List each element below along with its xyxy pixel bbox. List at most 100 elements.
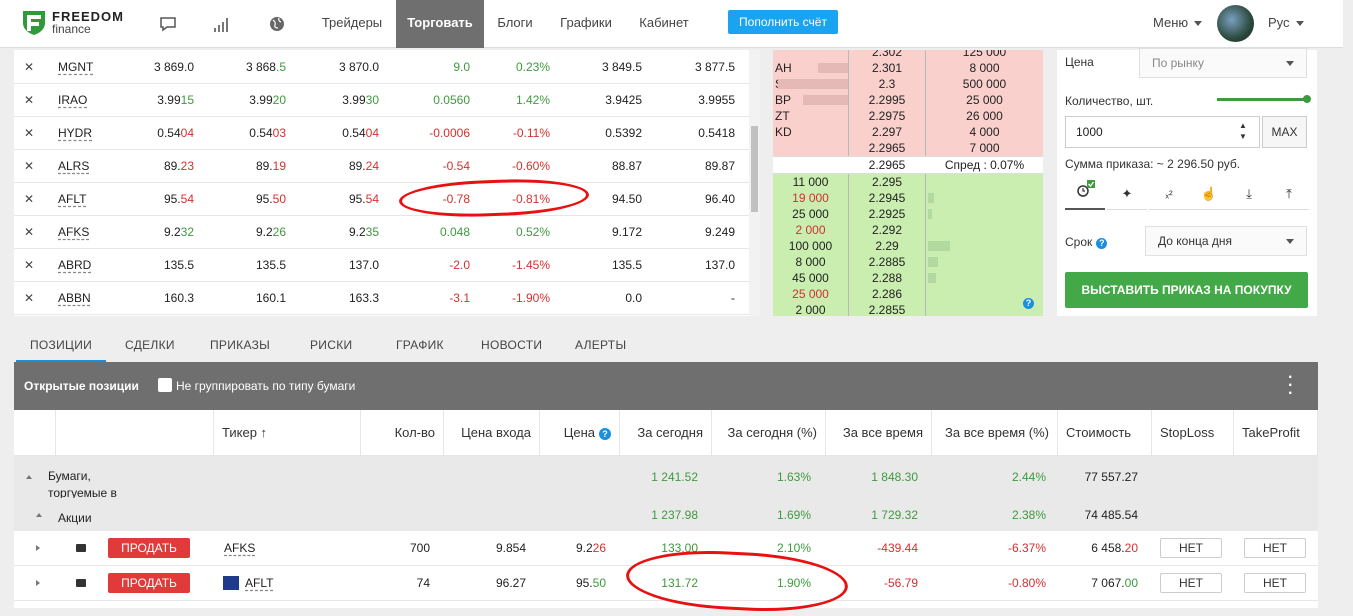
- tab-positions[interactable]: ПОЗИЦИИ: [16, 338, 107, 362]
- bid-row[interactable]: 25 000 2.286: [773, 286, 1043, 302]
- comment-icon[interactable]: [76, 579, 86, 587]
- watchlist-row[interactable]: ✕ HYDR 0.5404 0.5403 0.5404 -0.0006 -0.11% 0.53…: [14, 117, 749, 150]
- quantity-slider-handle[interactable]: [1303, 95, 1311, 103]
- scrollbar-thumb[interactable]: [751, 126, 758, 212]
- column-header[interactable]: Цена входа: [444, 410, 540, 456]
- bid-row[interactable]: 11 000 2.295: [773, 174, 1043, 190]
- column-header[interactable]: За сегодня (%): [712, 410, 826, 456]
- bid-row[interactable]: 19 000 2.2945: [773, 190, 1043, 206]
- comment-icon[interactable]: [76, 544, 86, 552]
- group-checkbox-label[interactable]: Не группировать по типу бумаги: [176, 379, 355, 393]
- quantity-slider[interactable]: [1217, 98, 1307, 101]
- takeprofit-button[interactable]: НЕТ: [1244, 573, 1306, 593]
- tab-news[interactable]: НОВОСТИ: [481, 338, 542, 352]
- bid-row[interactable]: 25 000 2.2925: [773, 206, 1043, 222]
- column-header[interactable]: TakeProfit: [1234, 410, 1318, 456]
- watchlist-row[interactable]: ✕ IRAO 3.9915 3.9920 3.9930 0.0560 1.42% 3.9425…: [14, 84, 749, 117]
- nav-blogs[interactable]: Блоги: [486, 0, 544, 48]
- remove-icon[interactable]: ✕: [24, 84, 34, 117]
- globe-icon[interactable]: [267, 14, 287, 34]
- nav-traders[interactable]: Трейдеры: [310, 0, 394, 48]
- help-icon[interactable]: ?: [1096, 238, 1108, 249]
- group-checkbox[interactable]: [158, 378, 172, 392]
- watchlist-row[interactable]: ✕ MGNT 3 869.0 3 868.5 3 870.0 9.0 0.23% 3 849.…: [14, 51, 749, 84]
- bid-row[interactable]: 2 000 2.2855: [773, 302, 1043, 316]
- remove-icon[interactable]: ✕: [24, 249, 34, 282]
- tab-order-stop[interactable]: ✦: [1107, 178, 1147, 210]
- quantity-input[interactable]: 1000: [1065, 116, 1260, 148]
- watchlist-row[interactable]: ✕ ALRS 89.23 89.19 89.24 -0.54 -0.60% 88.87 89.8…: [14, 150, 749, 183]
- tab-chart[interactable]: ГРАФИК: [396, 338, 444, 352]
- ticker-link[interactable]: AFKS: [58, 216, 89, 249]
- ticker-link[interactable]: ABRD: [58, 249, 91, 282]
- column-header[interactable]: StopLoss: [1152, 410, 1234, 456]
- watchlist-row[interactable]: ✕ ABRD 135.5 135.5 137.0 -2.0 -1.45% 135.5 137.0: [14, 249, 749, 282]
- nav-cabinet[interactable]: Кабинет: [628, 0, 700, 48]
- ask-row[interactable]: ZT 2.2975 26 000: [773, 108, 1043, 124]
- column-header[interactable]: Стоимость: [1058, 410, 1152, 456]
- triangle-collapse-icon[interactable]: [26, 475, 32, 479]
- column-header[interactable]: Кол-во: [361, 410, 444, 456]
- remove-icon[interactable]: ✕: [24, 117, 34, 150]
- remove-icon[interactable]: ✕: [24, 51, 34, 84]
- remove-icon[interactable]: ✕: [24, 216, 34, 249]
- tab-risks[interactable]: РИСКИ: [310, 338, 352, 352]
- stoploss-button[interactable]: НЕТ: [1160, 573, 1222, 593]
- ticker-link[interactable]: AFLT: [58, 183, 86, 216]
- tab-alerts[interactable]: АЛЕРТЫ: [575, 338, 626, 352]
- place-buy-order-button[interactable]: ВЫСТАВИТЬ ПРИКАЗ НА ПОКУПКУ: [1065, 272, 1308, 308]
- column-header[interactable]: За все время: [826, 410, 932, 456]
- nav-charts[interactable]: Графики: [550, 0, 622, 48]
- column-header[interactable]: Цена?: [540, 410, 620, 456]
- ticker-link[interactable]: ALRS: [58, 150, 89, 183]
- bid-row[interactable]: 8 000 2.2885: [773, 254, 1043, 270]
- deposit-button[interactable]: Пополнить счёт: [728, 10, 838, 34]
- ask-row[interactable]: AH 2.301 8 000: [773, 60, 1043, 76]
- nav-trade[interactable]: Торговать: [396, 0, 484, 48]
- column-header[interactable]: Тикер ↑: [214, 410, 361, 456]
- help-icon[interactable]: ?: [599, 427, 611, 440]
- tab-order-x2[interactable]: ₓ²: [1149, 178, 1189, 210]
- bid-row[interactable]: 2 000 2.292: [773, 222, 1043, 238]
- menu-dropdown[interactable]: Меню: [1153, 0, 1203, 46]
- brand-logo[interactable]: FREEDOM finance: [22, 10, 124, 36]
- triangle-expand-icon[interactable]: [36, 580, 40, 586]
- tab-deals[interactable]: СДЕЛКИ: [125, 338, 175, 352]
- ticker-link[interactable]: HYDR: [58, 117, 92, 150]
- bid-row[interactable]: 100 000 2.29: [773, 238, 1043, 254]
- watchlist-row[interactable]: ✕ AFKS 9.232 9.226 9.235 0.048 0.52% 9.172 9.249: [14, 216, 749, 249]
- sort-asc-icon[interactable]: ↑: [257, 425, 268, 440]
- term-select[interactable]: До конца дня: [1145, 226, 1307, 256]
- help-icon[interactable]: ?: [1023, 298, 1034, 309]
- triangle-collapse-icon[interactable]: [36, 512, 42, 517]
- ask-row[interactable]: 2.302 125 000: [773, 50, 1043, 60]
- position-ticker[interactable]: AFLT: [245, 576, 273, 590]
- ticker-link[interactable]: ABBN: [58, 282, 91, 315]
- takeprofit-button[interactable]: НЕТ: [1244, 538, 1306, 558]
- quantity-stepper[interactable]: ▲ ▼: [1239, 120, 1247, 142]
- group-rub[interactable]: Бумаги, торгуемые в рублях ₽1 241.521.63…: [14, 456, 1318, 517]
- ticker-link[interactable]: IRAO: [58, 84, 87, 117]
- chat-icon[interactable]: [158, 14, 178, 34]
- remove-icon[interactable]: ✕: [24, 183, 34, 216]
- tab-order-up[interactable]: ⤒: [1269, 178, 1309, 210]
- arrow-up-icon[interactable]: ▲: [1239, 120, 1247, 131]
- watchlist-row[interactable]: ✕ AFLT 95.54 95.50 95.54 -0.78 -0.81% 94.50 96.4…: [14, 183, 749, 216]
- signal-bars-icon[interactable]: [212, 14, 232, 34]
- triangle-expand-icon[interactable]: [36, 545, 40, 551]
- language-dropdown[interactable]: Рус: [1268, 0, 1304, 46]
- bid-row[interactable]: 45 000 2.288: [773, 270, 1043, 286]
- max-button[interactable]: MAX: [1262, 116, 1307, 148]
- more-vertical-icon[interactable]: · · ·: [1288, 370, 1293, 402]
- tab-order-time[interactable]: [1065, 178, 1105, 210]
- user-avatar[interactable]: [1217, 5, 1254, 42]
- tab-order-hand[interactable]: ☝: [1189, 178, 1229, 210]
- ticker-link[interactable]: MGNT: [58, 51, 93, 84]
- remove-icon[interactable]: ✕: [24, 282, 34, 315]
- column-header[interactable]: За сегодня: [620, 410, 712, 456]
- column-header[interactable]: [14, 410, 56, 456]
- arrow-down-icon[interactable]: ▼: [1239, 131, 1247, 142]
- watchlist-row[interactable]: ✕ ABBN 160.3 160.1 163.3 -3.1 -1.90% 0.0 -: [14, 282, 749, 315]
- remove-icon[interactable]: ✕: [24, 150, 34, 183]
- ask-row[interactable]: 2.2965 7 000: [773, 140, 1043, 156]
